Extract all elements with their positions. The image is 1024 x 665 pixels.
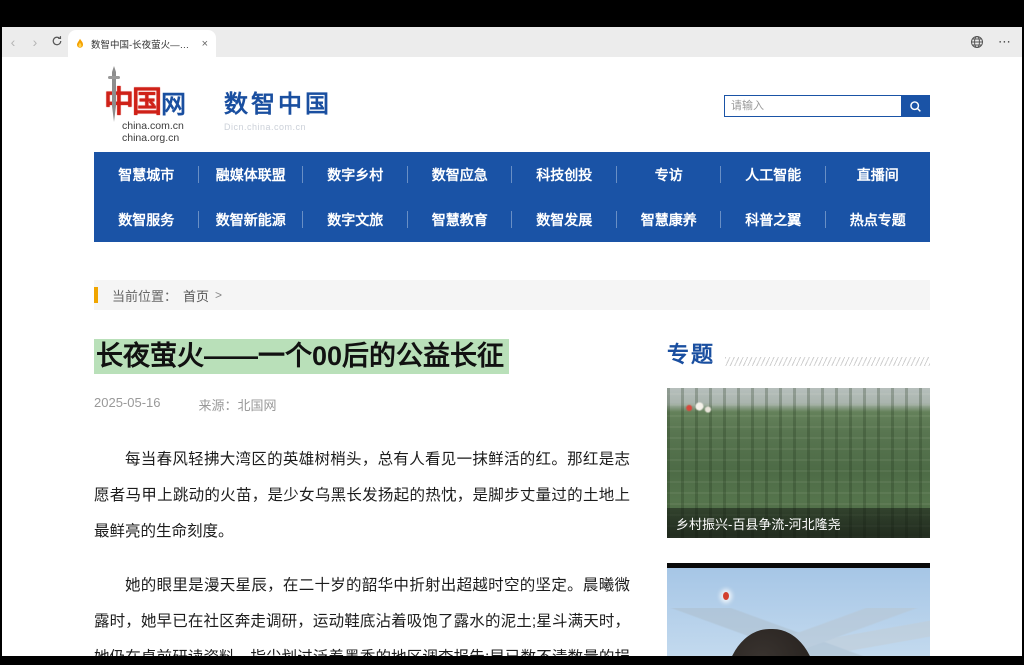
- nav-item[interactable]: 数智服务: [94, 197, 199, 242]
- back-icon[interactable]: ‹: [2, 34, 24, 50]
- browser-tab[interactable]: 数智中国-长夜萤火——一个0… ×: [68, 30, 216, 57]
- image-watermark: [679, 400, 713, 416]
- article-paragraph: 她的眼里是漫天星辰，在二十岁的韶华中折射出超越时空的坚定。晨曦微露时，她早已在社…: [94, 568, 630, 656]
- article-source: 来源：北国网: [199, 395, 277, 414]
- topic-card-landscape[interactable]: [667, 563, 930, 656]
- main-navigation: 智慧城市融媒体联盟数字乡村数智应急科技创投专访人工智能直播间 数智服务数智新能源…: [94, 152, 930, 242]
- nav-item[interactable]: 科普之翼: [721, 197, 826, 242]
- article-body: 每当春风轻拂大湾区的英雄树梢头，总有人看见一抹鲜活的红。那红是志愿者马甲上跳动的…: [94, 442, 630, 656]
- nav-item[interactable]: 专访: [617, 152, 722, 197]
- logo-domain-1: china.com.cn: [122, 120, 212, 132]
- nav-item[interactable]: 智慧教育: [408, 197, 513, 242]
- breadcrumb-arrow: >: [215, 288, 222, 302]
- nav-item[interactable]: 直播间: [826, 152, 931, 197]
- site-favicon-icon: [74, 38, 86, 50]
- nav-item[interactable]: 数字乡村: [303, 152, 408, 197]
- browser-menu-icon[interactable]: ⋯: [998, 34, 1012, 50]
- nav-item[interactable]: 数智新能源: [199, 197, 304, 242]
- tab-close-icon[interactable]: ×: [200, 38, 210, 50]
- nav-row-2: 数智服务数智新能源数字文旅智慧教育数智发展智慧康养科普之翼热点专题: [94, 197, 930, 242]
- search-box: [724, 95, 930, 117]
- breadcrumb-accent-bar: [94, 287, 98, 303]
- nav-item[interactable]: 热点专题: [826, 197, 931, 242]
- browser-tab-bar: ‹ › 数智中国-长夜萤火——一个0… × ⋯: [2, 27, 1022, 57]
- china-net-logo[interactable]: 中国网 china.com.cn china.org.cn: [94, 70, 212, 144]
- globe-icon[interactable]: [970, 35, 984, 49]
- site-domain: Dicn.china.com.cn: [224, 122, 332, 132]
- topic-card-farmland[interactable]: 乡村振兴-百县争流-河北隆尧: [667, 388, 930, 538]
- nav-item[interactable]: 融媒体联盟: [199, 152, 304, 197]
- nav-item[interactable]: 人工智能: [721, 152, 826, 197]
- tab-title: 数智中国-长夜萤火——一个0…: [91, 37, 195, 51]
- site-header: 中国网 china.com.cn china.org.cn 数智中国 Dicn.…: [94, 57, 930, 152]
- site-brand[interactable]: 数智中国 Dicn.china.com.cn: [224, 84, 332, 132]
- nav-item[interactable]: 科技创投: [512, 152, 617, 197]
- search-button[interactable]: [901, 95, 930, 117]
- article: 长夜萤火——一个00后的公益长征 2025-05-16 来源：北国网 每当春风轻…: [94, 337, 630, 656]
- search-input[interactable]: [724, 95, 901, 117]
- red-dot-decoration: [723, 592, 729, 600]
- nav-row-1: 智慧城市融媒体联盟数字乡村数智应急科技创投专访人工智能直播间: [94, 152, 930, 197]
- breadcrumb-label: 当前位置：: [112, 286, 177, 305]
- article-title: 长夜萤火——一个00后的公益长征: [94, 337, 630, 375]
- logo-domain-2: china.org.cn: [122, 132, 212, 144]
- article-paragraph: 每当春风轻拂大湾区的英雄树梢头，总有人看见一抹鲜活的红。那红是志愿者马甲上跳动的…: [94, 442, 630, 550]
- search-icon: [909, 100, 922, 113]
- site-name: 数智中国: [224, 84, 332, 119]
- topic-caption: 乡村振兴-百县争流-河北隆尧: [667, 508, 930, 538]
- sidebar-title: 专题: [667, 337, 715, 369]
- nav-item[interactable]: 智慧康养: [617, 197, 722, 242]
- breadcrumb: 当前位置： 首页 >: [94, 280, 930, 310]
- nav-item[interactable]: 数字文旅: [303, 197, 408, 242]
- nav-item[interactable]: 数智发展: [512, 197, 617, 242]
- sword-icon: [108, 66, 120, 122]
- nav-item[interactable]: 智慧城市: [94, 152, 199, 197]
- nav-item[interactable]: 数智应急: [408, 152, 513, 197]
- breadcrumb-home-link[interactable]: 首页: [183, 286, 209, 305]
- hatch-decoration: [725, 357, 930, 366]
- sidebar: 专题 乡村振兴-百县争流-河北隆尧: [667, 337, 930, 656]
- browser-window: ‹ › 数智中国-长夜萤火——一个0… × ⋯: [2, 27, 1022, 656]
- reload-icon[interactable]: [46, 34, 68, 50]
- logo-net-text: 网: [161, 93, 186, 118]
- forward-icon[interactable]: ›: [24, 34, 46, 50]
- article-date: 2025-05-16: [94, 395, 161, 414]
